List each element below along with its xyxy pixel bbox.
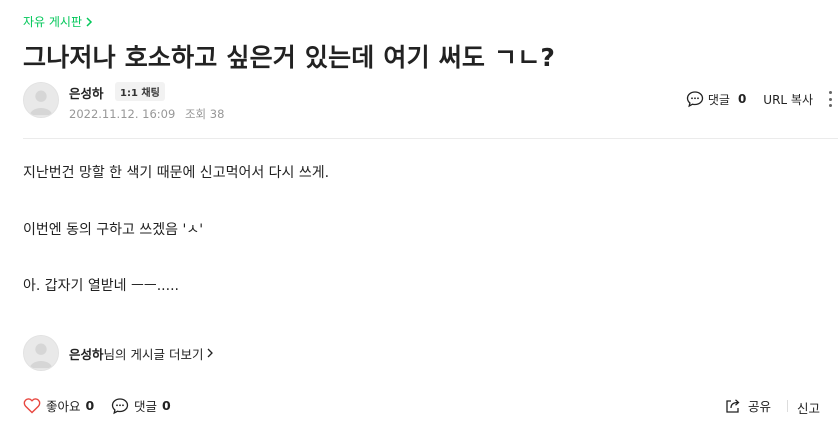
- comment-count: 0: [737, 92, 747, 106]
- report-button[interactable]: 신고: [797, 398, 820, 417]
- post-tools: 댓글 0 URL 복사: [686, 90, 833, 108]
- more-posts-section: 은성하 님의 게시글 더보기: [23, 335, 214, 371]
- comment-toggle-button[interactable]: 댓글 0: [686, 90, 746, 108]
- post-meta: 2022.11.12. 16:09 조회 38: [69, 106, 224, 122]
- footer-separator: [787, 400, 788, 412]
- post-title: 그나저나 호소하고 싶은거 있는데 여기 써도 ㄱㄴ?: [23, 43, 556, 72]
- footer-comment-label: 댓글: [134, 399, 158, 414]
- post-footer: 좋아요 0 댓글 0 공유 신고: [23, 396, 838, 418]
- comment-label: 댓글: [707, 92, 730, 107]
- author-avatar[interactable]: [23, 82, 59, 118]
- share-icon: [726, 398, 740, 413]
- author-info: 은성하 1:1 채팅 2022.11.12. 16:09 조회 38 댓글 0 …: [23, 82, 833, 122]
- like-label: 좋아요: [46, 399, 81, 414]
- chat-badge-button[interactable]: 1:1 채팅: [115, 82, 165, 101]
- comment-icon: [686, 91, 703, 108]
- more-icon: [828, 91, 832, 94]
- more-posts-link[interactable]: 은성하 님의 게시글 더보기: [69, 344, 214, 363]
- content-paragraph: 아. 갑자기 열받네 ㅡㅡ.....: [23, 278, 179, 294]
- more-posts-suffix: 님의 게시글 더보기: [103, 346, 204, 362]
- like-button[interactable]: 좋아요 0: [23, 396, 94, 415]
- content-paragraph: 지난번건 망할 한 색기 때문에 신고먹어서 다시 쓰게.: [23, 165, 330, 181]
- chevron-right-icon: [86, 16, 93, 27]
- url-copy-button[interactable]: URL 복사: [763, 91, 813, 108]
- author-name[interactable]: 은성하: [69, 83, 104, 102]
- comment-icon: [111, 397, 129, 414]
- breadcrumb-board-link[interactable]: 자유 게시판: [23, 13, 93, 30]
- heart-icon: [23, 398, 41, 414]
- more-posts-avatar[interactable]: [23, 335, 59, 371]
- footer-comment-count: 0: [162, 398, 171, 413]
- more-options-button[interactable]: [827, 91, 833, 107]
- header-divider: [23, 138, 838, 139]
- board-name: 자유 게시판: [23, 15, 83, 29]
- chevron-right-icon: [208, 348, 214, 358]
- like-count: 0: [85, 398, 95, 413]
- share-button[interactable]: 공유: [725, 396, 771, 415]
- views-count: 38: [209, 107, 225, 121]
- avatar-icon: [24, 83, 58, 117]
- footer-comment-button[interactable]: 댓글 0: [111, 396, 171, 415]
- views-label: 조회: [184, 107, 207, 121]
- avatar-icon: [24, 336, 58, 370]
- more-posts-author: 은성하: [69, 346, 104, 362]
- content-paragraph: 이번엔 동의 구하고 쓰겠음 'ㅅ': [23, 222, 204, 238]
- post-date: 2022.11.12. 16:09: [69, 107, 176, 121]
- share-label: 공유: [748, 399, 772, 414]
